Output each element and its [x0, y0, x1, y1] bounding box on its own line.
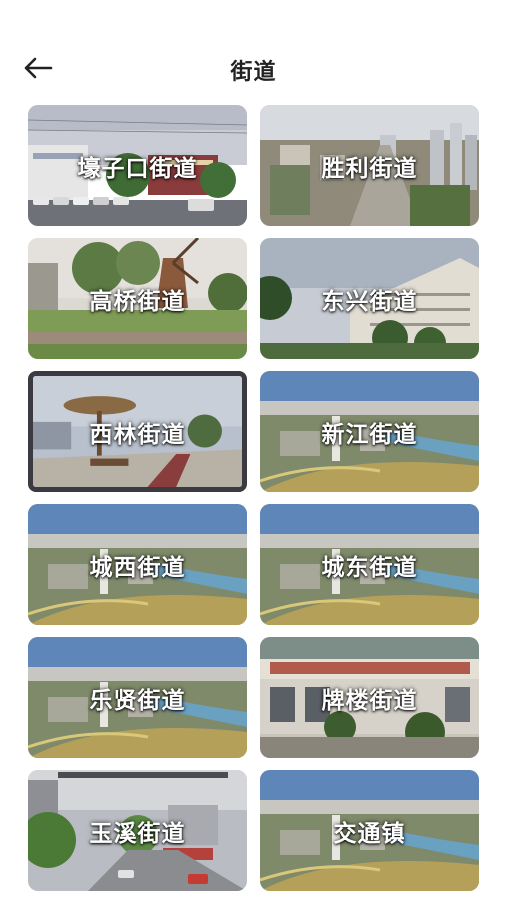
street-card-label: 乐贤街道 [89, 687, 186, 714]
street-card-xinjiang[interactable]: 新江街道 [260, 371, 479, 492]
street-card-label: 高桥街道 [89, 288, 186, 315]
header: 街道 [0, 38, 507, 98]
street-card-chengdong[interactable]: 城东街道 [260, 504, 479, 625]
street-card-label: 新江街道 [321, 421, 418, 448]
street-list-screen: 街道 壕子口街道 胜利街道 高桥街道 东兴街道 西林街道 新江街道 城西街道 城… [0, 0, 507, 900]
street-card-haozikou[interactable]: 壕子口街道 [28, 105, 247, 226]
street-card-jiaotong[interactable]: 交通镇 [260, 770, 479, 891]
street-card-dongxing[interactable]: 东兴街道 [260, 238, 479, 359]
street-card-label: 牌楼街道 [321, 687, 418, 714]
street-grid: 壕子口街道 胜利街道 高桥街道 东兴街道 西林街道 新江街道 城西街道 城东街道… [28, 105, 479, 891]
street-card-yuxi[interactable]: 玉溪街道 [28, 770, 247, 891]
street-card-pailou[interactable]: 牌楼街道 [260, 637, 479, 758]
street-card-label: 城西街道 [89, 554, 186, 581]
street-card-label: 城东街道 [321, 554, 418, 581]
street-card-label: 西林街道 [89, 421, 186, 448]
street-card-chengxi[interactable]: 城西街道 [28, 504, 247, 625]
street-card-xilin[interactable]: 西林街道 [28, 371, 247, 492]
street-card-label: 壕子口街道 [77, 155, 198, 182]
street-card-lexian[interactable]: 乐贤街道 [28, 637, 247, 758]
street-card-gaoqiao[interactable]: 高桥街道 [28, 238, 247, 359]
street-card-label: 东兴街道 [321, 288, 418, 315]
street-card-label: 交通镇 [333, 820, 406, 847]
street-card-label: 胜利街道 [321, 155, 418, 182]
page-title: 街道 [230, 60, 277, 85]
street-card-shengli[interactable]: 胜利街道 [260, 105, 479, 226]
street-card-label: 玉溪街道 [89, 820, 186, 847]
